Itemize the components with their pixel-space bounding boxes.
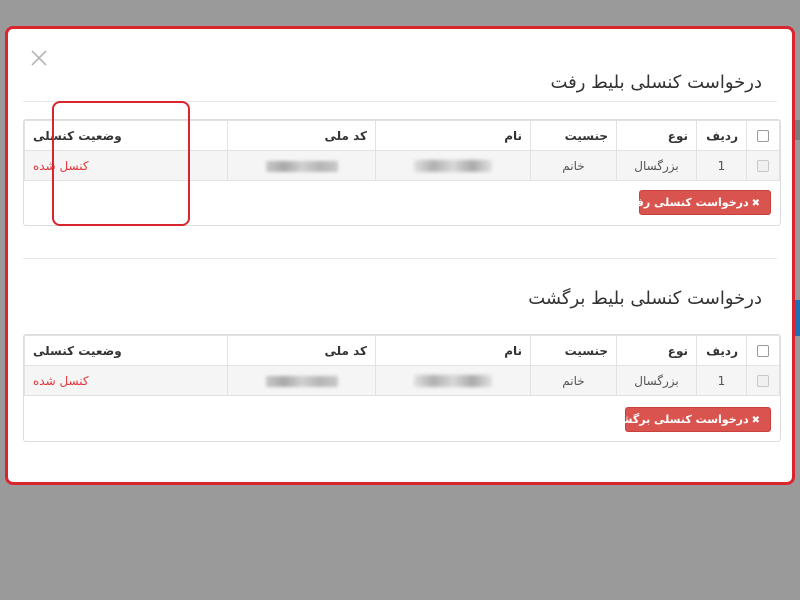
cell-national-code bbox=[227, 365, 376, 396]
header-cancel-status: وضعیت کنسلی bbox=[24, 335, 228, 366]
header-national-code: کد ملی bbox=[227, 120, 376, 151]
header-radif: ردیف bbox=[696, 120, 747, 151]
close-icon: ✖ bbox=[751, 415, 760, 426]
return-passengers-table: ردیف نوع جنسیت نام کد ملی وضعیت کنسلی 1 … bbox=[24, 335, 780, 396]
row-checkbox-cell[interactable] bbox=[746, 365, 780, 396]
cell-radif: 1 bbox=[696, 150, 747, 181]
request-outbound-cancel-label: درخواست کنسلی رفت bbox=[625, 196, 749, 209]
request-outbound-cancel-button[interactable]: ✖درخواست کنسلی رفت bbox=[625, 190, 771, 215]
header-type: نوع bbox=[616, 120, 697, 151]
cell-name bbox=[375, 150, 531, 181]
cell-cancel-status: کنسل شده bbox=[24, 150, 228, 181]
cell-gender: خانم bbox=[530, 365, 617, 396]
cell-name bbox=[375, 365, 531, 396]
cancel-ticket-modal: درخواست کنسلی بلیط رفت ردیف نوع جنسیت نا… bbox=[5, 26, 795, 485]
cell-type: بزرگسال bbox=[616, 365, 697, 396]
outbound-section-title: درخواست کنسلی بلیط رفت bbox=[550, 72, 762, 93]
redacted-name bbox=[414, 160, 492, 172]
section-divider bbox=[23, 258, 777, 259]
redacted-national-code bbox=[265, 160, 338, 172]
select-all-checkbox[interactable] bbox=[757, 130, 769, 142]
cell-type: بزرگسال bbox=[616, 150, 697, 181]
row-checkbox[interactable] bbox=[757, 375, 769, 387]
request-return-cancel-button[interactable]: ✖درخواست کنسلی برگشت bbox=[610, 407, 771, 432]
redacted-national-code bbox=[265, 375, 338, 387]
header-gender: جنسیت bbox=[530, 120, 617, 151]
table-row: 1 بزرگسال خانم کنسل شده bbox=[24, 150, 780, 181]
select-all-checkbox-cell[interactable] bbox=[746, 335, 780, 366]
select-all-checkbox-cell[interactable] bbox=[746, 120, 780, 151]
outbound-passengers-table: ردیف نوع جنسیت نام کد ملی وضعیت کنسلی 1 … bbox=[24, 120, 780, 181]
close-icon[interactable] bbox=[28, 47, 50, 69]
cell-radif: 1 bbox=[696, 365, 747, 396]
header-cancel-status: وضعیت کنسلی bbox=[24, 120, 228, 151]
outbound-passengers-panel: ردیف نوع جنسیت نام کد ملی وضعیت کنسلی 1 … bbox=[23, 119, 781, 226]
close-icon: ✖ bbox=[751, 198, 760, 209]
header-radif: ردیف bbox=[696, 335, 747, 366]
table-row: 1 بزرگسال خانم کنسل شده bbox=[24, 365, 780, 396]
close-icon-glyph bbox=[31, 50, 47, 66]
header-gender: جنسیت bbox=[530, 335, 617, 366]
outbound-title-divider bbox=[23, 101, 777, 102]
request-return-cancel-label: درخواست کنسلی برگشت bbox=[610, 413, 749, 426]
header-national-code: کد ملی bbox=[227, 335, 376, 366]
header-name: نام bbox=[375, 120, 531, 151]
cell-cancel-status: کنسل شده bbox=[24, 365, 228, 396]
header-name: نام bbox=[375, 335, 531, 366]
table-header-row: ردیف نوع جنسیت نام کد ملی وضعیت کنسلی bbox=[24, 120, 780, 151]
redacted-name bbox=[414, 375, 492, 387]
row-checkbox-cell[interactable] bbox=[746, 150, 780, 181]
table-header-row: ردیف نوع جنسیت نام کد ملی وضعیت کنسلی bbox=[24, 335, 780, 366]
cell-national-code bbox=[227, 150, 376, 181]
return-section-title: درخواست کنسلی بلیط برگشت bbox=[528, 288, 762, 309]
cell-gender: خانم bbox=[530, 150, 617, 181]
row-checkbox[interactable] bbox=[757, 160, 769, 172]
return-passengers-panel: ردیف نوع جنسیت نام کد ملی وضعیت کنسلی 1 … bbox=[23, 334, 781, 442]
header-type: نوع bbox=[616, 335, 697, 366]
select-all-checkbox[interactable] bbox=[757, 345, 769, 357]
